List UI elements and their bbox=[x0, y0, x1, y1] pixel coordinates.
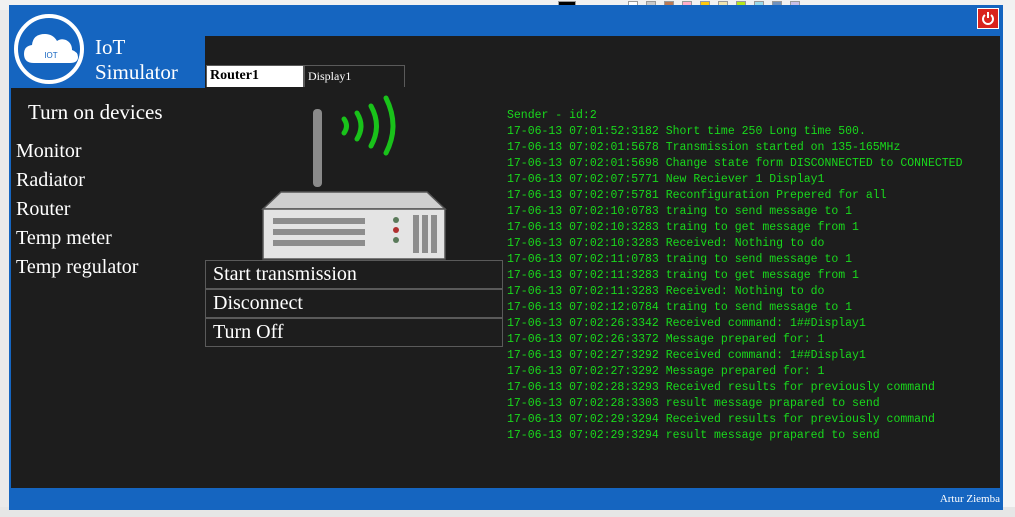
device-log[interactable]: Sender - id:2 17-06-13 07:01:52:3182 Shor… bbox=[507, 108, 987, 488]
log-line: 17-06-13 07:02:28:3293 Received results … bbox=[507, 381, 935, 394]
power-button[interactable] bbox=[977, 8, 999, 29]
tab-strip bbox=[205, 36, 1000, 66]
log-line: 17-06-13 07:02:29:3294 result message pr… bbox=[507, 429, 880, 442]
tab-display1[interactable]: Display1 bbox=[304, 65, 405, 87]
cloud-icon: IOT bbox=[24, 34, 78, 63]
disconnect-button[interactable]: Disconnect bbox=[205, 289, 503, 318]
sidebar-title: Turn on devices bbox=[28, 100, 163, 124]
tab-router1[interactable]: Router1 bbox=[206, 65, 304, 87]
logo-text: IOT bbox=[44, 51, 57, 60]
logo-area: IOT IoT Simulator bbox=[11, 8, 205, 88]
author-label: Artur Ziemba bbox=[939, 493, 1000, 505]
log-line: 17-06-13 07:02:12:0784 traing to send me… bbox=[507, 301, 853, 314]
app-title: IoT Simulator bbox=[95, 35, 178, 85]
turn-off-button[interactable]: Turn Off bbox=[205, 318, 503, 347]
device-item-temp-regulator[interactable]: Temp regulator bbox=[16, 256, 138, 279]
log-line: 17-06-13 07:02:10:0783 traing to send me… bbox=[507, 205, 853, 218]
log-line: 17-06-13 07:01:52:3182 Short time 250 Lo… bbox=[507, 125, 866, 138]
log-line: 17-06-13 07:02:07:5771 New Reciever 1 Di… bbox=[507, 173, 825, 186]
power-icon bbox=[982, 12, 994, 25]
log-line: 17-06-13 07:02:26:3342 Received command:… bbox=[507, 317, 866, 330]
log-line: 17-06-13 07:02:10:3283 Received: Nothing… bbox=[507, 237, 825, 250]
log-line: 17-06-13 07:02:01:5698 Change state form… bbox=[507, 157, 963, 170]
log-line: 17-06-13 07:02:28:3303 result message pr… bbox=[507, 397, 880, 410]
log-line: 17-06-13 07:02:27:3292 Message prepared … bbox=[507, 365, 825, 378]
log-line: 17-06-13 07:02:07:5781 Reconfiguration P… bbox=[507, 189, 887, 202]
log-line: Sender - id:2 bbox=[507, 109, 597, 122]
device-item-radiator[interactable]: Radiator bbox=[16, 169, 85, 192]
app-title-line1: IoT bbox=[95, 35, 126, 59]
router-icon bbox=[261, 95, 447, 260]
log-line: 17-06-13 07:02:11:0783 traing to send me… bbox=[507, 253, 853, 266]
device-sidebar: Turn on devices Monitor Radiator Router … bbox=[11, 88, 205, 488]
log-line: 17-06-13 07:02:26:3372 Message prepared … bbox=[507, 333, 825, 346]
background-app-edge bbox=[0, 10, 9, 517]
log-line: 17-06-13 07:02:11:3283 traing to get mes… bbox=[507, 269, 859, 282]
log-line: 17-06-13 07:02:27:3292 Received command:… bbox=[507, 349, 866, 362]
log-line: 17-06-13 07:02:10:3283 traing to get mes… bbox=[507, 221, 859, 234]
window-body: IOT IoT Simulator Router1 Display1 Turn … bbox=[11, 8, 1000, 488]
device-item-monitor[interactable]: Monitor bbox=[16, 140, 82, 163]
device-item-router[interactable]: Router bbox=[16, 198, 70, 221]
background-app-edge bbox=[1003, 10, 1015, 517]
iot-simulator-window: IOT IoT Simulator Router1 Display1 Turn … bbox=[9, 5, 1003, 510]
app-title-line2: Simulator bbox=[95, 60, 178, 84]
log-line: 17-06-13 07:02:11:3283 Received: Nothing… bbox=[507, 285, 825, 298]
status-bar: Artur Ziemba bbox=[9, 490, 1003, 510]
title-bar bbox=[205, 8, 1000, 36]
log-line: 17-06-13 07:02:29:3294 Received results … bbox=[507, 413, 935, 426]
log-line: 17-06-13 07:02:01:5678 Transmission star… bbox=[507, 141, 901, 154]
start-transmission-button[interactable]: Start transmission bbox=[205, 260, 503, 289]
device-item-temp-meter[interactable]: Temp meter bbox=[16, 227, 112, 250]
